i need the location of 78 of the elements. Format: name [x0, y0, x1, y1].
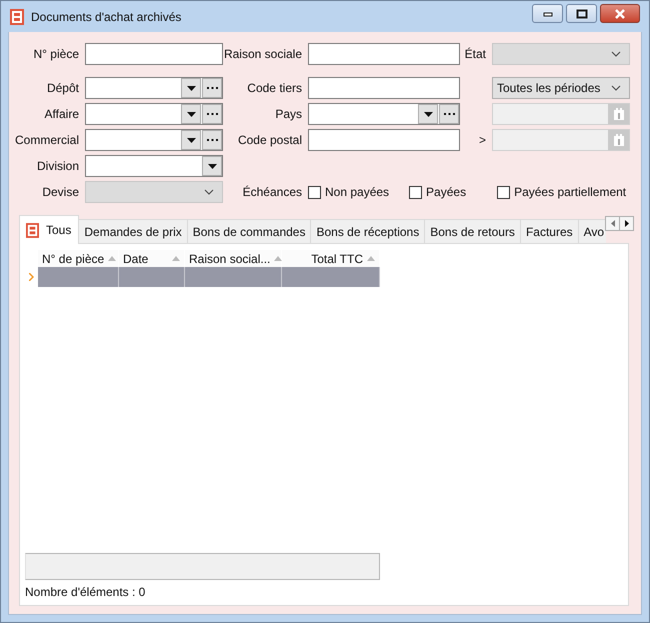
minimize-icon: [542, 10, 552, 16]
column-header[interactable]: Date: [119, 250, 185, 267]
field-label: Devise: [42, 185, 79, 199]
field-label: Raison sociale: [224, 47, 302, 61]
field-label: Code tiers: [247, 81, 302, 95]
scroll-right-button[interactable]: [619, 216, 634, 231]
document-icon: [26, 222, 39, 238]
table-cell: [119, 267, 185, 287]
browse-button[interactable]: [439, 104, 459, 124]
field-label: Commercial: [14, 133, 79, 147]
current-row-icon: [29, 273, 34, 281]
maximize-button[interactable]: [566, 4, 597, 23]
combo-field[interactable]: [85, 155, 223, 177]
field-label: N° pièce: [34, 47, 79, 61]
text-field[interactable]: [308, 77, 460, 99]
browse-button[interactable]: [202, 104, 222, 124]
maximize-icon: [576, 8, 588, 18]
window-title: Documents d'achat archivés: [31, 10, 182, 24]
more-icon: [444, 112, 454, 116]
caret-icon: [424, 112, 432, 116]
field-label: Échéances: [242, 185, 302, 199]
checkbox[interactable]: Payées: [409, 185, 466, 199]
column-header[interactable]: Raison social...: [185, 250, 282, 267]
close-button[interactable]: [600, 4, 640, 23]
combo-field[interactable]: [85, 129, 223, 151]
item-count: Nombre d'éléments : 0: [25, 585, 146, 599]
caret-icon: [186, 138, 196, 142]
dropdown-button[interactable]: [181, 78, 201, 98]
column-header[interactable]: N° de pièce: [38, 250, 119, 267]
field-label: Affaire: [44, 107, 79, 121]
field-label: Division: [36, 159, 79, 173]
tab[interactable]: Bons de réceptions: [310, 219, 426, 243]
chevron-icon: [204, 189, 214, 195]
field-label: État: [464, 47, 486, 61]
dropdown-button[interactable]: [418, 104, 438, 124]
field-label: Dépôt: [46, 81, 79, 95]
left-arrow-icon: [610, 220, 615, 227]
more-icon: [206, 138, 218, 142]
caret-icon: [208, 164, 216, 168]
combo-field[interactable]: [85, 77, 223, 99]
app-icon: [10, 8, 24, 24]
combo-field[interactable]: [85, 103, 223, 125]
combo-field[interactable]: [308, 103, 460, 125]
field-label: >: [478, 133, 486, 147]
sort-icon: [274, 256, 282, 261]
chevron-icon: [611, 85, 621, 91]
column-header[interactable]: Total TTC: [282, 250, 380, 267]
tab[interactable]: Bons de commandes: [186, 219, 312, 243]
close-icon: [614, 8, 626, 18]
text-field[interactable]: [85, 43, 223, 65]
scroll-left-button[interactable]: [605, 216, 620, 231]
dropdown-button[interactable]: [181, 130, 201, 150]
chevron-icon: [611, 51, 621, 57]
dropdown-button[interactable]: [202, 156, 222, 176]
tab[interactable]: Factures: [520, 219, 579, 243]
browse-button[interactable]: [202, 78, 222, 98]
browse-button[interactable]: [202, 130, 222, 150]
field-label: Pays: [275, 107, 302, 121]
tab[interactable]: Avo: [578, 219, 606, 243]
caret-icon: [186, 86, 196, 90]
checkbox[interactable]: Payées partiellement: [497, 185, 626, 199]
more-icon: [206, 112, 218, 116]
text-field[interactable]: [308, 43, 460, 65]
sort-icon: [367, 256, 375, 261]
right-arrow-icon: [624, 220, 629, 227]
minimize-button[interactable]: [532, 4, 563, 23]
sort-icon: [172, 256, 180, 261]
caret-icon: [186, 112, 196, 116]
tab[interactable]: Tous: [19, 215, 80, 244]
tab[interactable]: Bons de retours: [424, 219, 521, 243]
dropdown-field[interactable]: Toutes les périodes: [492, 77, 630, 99]
field-label: Code postal: [238, 133, 302, 147]
text-field[interactable]: [308, 129, 460, 151]
more-icon: [206, 86, 218, 90]
tab[interactable]: Demandes de prix: [78, 219, 188, 243]
checkbox[interactable]: Non payées: [308, 185, 390, 199]
dropdown-button[interactable]: [181, 104, 201, 124]
sort-icon: [108, 256, 116, 261]
